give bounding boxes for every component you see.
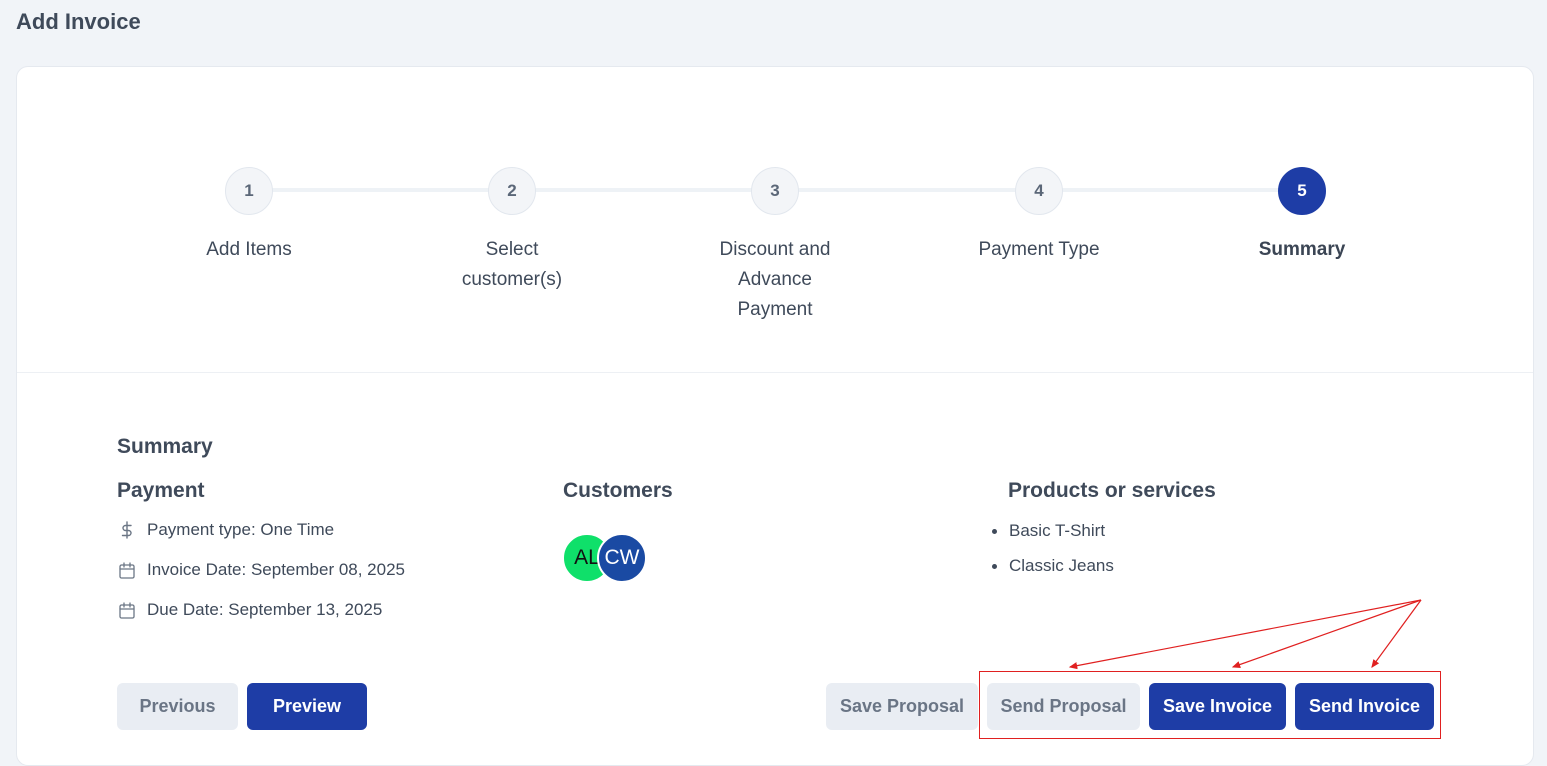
- step-number: 2: [488, 167, 536, 215]
- annotation-arrow: [1231, 599, 1422, 668]
- annotation-arrow: [1371, 599, 1422, 668]
- annotation-arrow: [1068, 599, 1422, 670]
- step-number: 5: [1278, 167, 1326, 215]
- step-number: 1: [225, 167, 273, 215]
- step-number: 3: [751, 167, 799, 215]
- annotation-arrows: [1068, 599, 1422, 670]
- step-number: 4: [1015, 167, 1063, 215]
